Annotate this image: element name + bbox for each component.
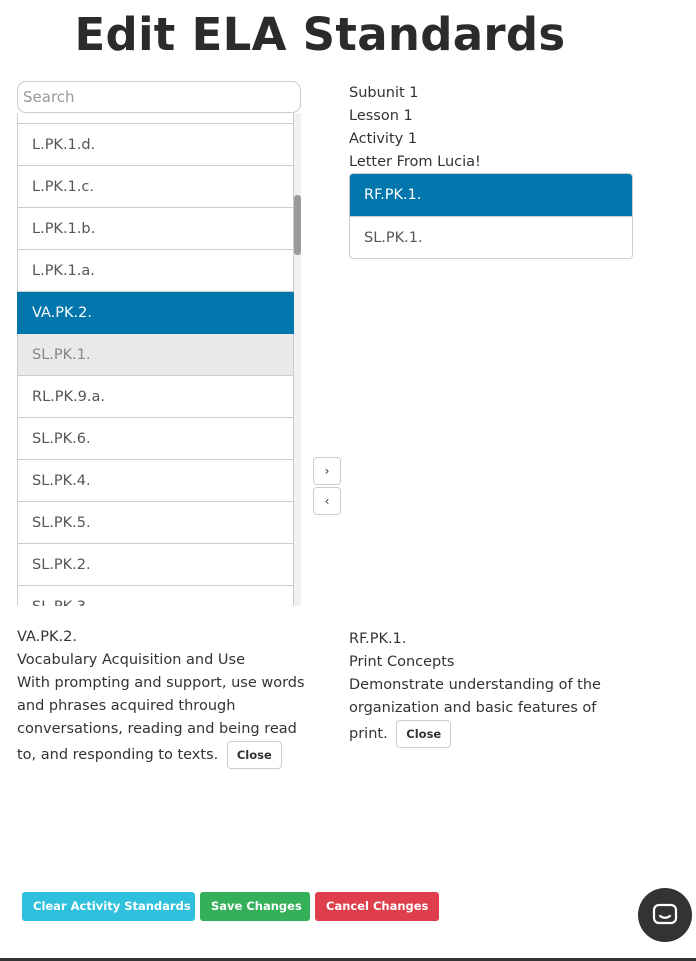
page-title: Edit ELA Standards	[74, 8, 566, 61]
available-standard-item[interactable]: RL.PK.9.a.	[17, 376, 294, 418]
add-standard-button[interactable]: ›	[313, 457, 341, 485]
lesson-label: Lesson 1	[349, 108, 413, 124]
remove-standard-button[interactable]: ‹	[313, 487, 341, 515]
available-standards-list[interactable]: L.PK.1.e.L.PK.1.d.L.PK.1.c.L.PK.1.b.L.PK…	[17, 113, 301, 606]
available-standard-item[interactable]: VA.PK.2.	[17, 292, 294, 334]
left-detail-title: Vocabulary Acquisition and Use	[17, 652, 245, 668]
available-standard-item[interactable]: SL.PK.3.	[17, 586, 294, 606]
selected-standard-item[interactable]: RF.PK.1.	[350, 174, 632, 216]
available-standard-item[interactable]: L.PK.1.c.	[17, 166, 294, 208]
left-standard-detail: VA.PK.2. Vocabulary Acquisition and Use …	[17, 626, 307, 769]
chat-bubble-icon	[652, 903, 678, 925]
available-standard-item[interactable]: SL.PK.1.	[17, 334, 294, 376]
available-standard-item[interactable]: L.PK.1.a.	[17, 250, 294, 292]
selected-standards-list[interactable]: RF.PK.1. SL.PK.1.	[349, 173, 633, 259]
right-detail-description: Demonstrate understanding of the organiz…	[349, 677, 601, 742]
save-changes-button[interactable]: Save Changes	[200, 892, 310, 921]
available-standard-item[interactable]: SL.PK.2.	[17, 544, 294, 586]
available-standard-item[interactable]: SL.PK.6.	[17, 418, 294, 460]
selected-standard-item[interactable]: SL.PK.1.	[350, 216, 632, 258]
available-standard-item[interactable]: SL.PK.5.	[17, 502, 294, 544]
available-standard-item[interactable]: L.PK.1.b.	[17, 208, 294, 250]
chat-launcher-button[interactable]	[638, 888, 692, 942]
available-list-scrollbar[interactable]	[294, 113, 301, 606]
left-detail-close-button[interactable]: Close	[226, 741, 282, 769]
scrollbar-thumb[interactable]	[294, 195, 301, 255]
activity-name: Letter From Lucia!	[349, 154, 481, 170]
right-detail-code: RF.PK.1.	[349, 631, 407, 647]
cancel-changes-button[interactable]: Cancel Changes	[315, 892, 439, 921]
available-standards-items: L.PK.1.e.L.PK.1.d.L.PK.1.c.L.PK.1.b.L.PK…	[17, 113, 294, 606]
right-detail-title: Print Concepts	[349, 654, 455, 670]
clear-activity-standards-button[interactable]: Clear Activity Standards	[22, 892, 195, 921]
left-detail-code: VA.PK.2.	[17, 629, 77, 645]
available-standard-item[interactable]: L.PK.1.d.	[17, 124, 294, 166]
right-detail-close-button[interactable]: Close	[396, 720, 452, 748]
subunit-label: Subunit 1	[349, 85, 419, 101]
right-standard-detail: RF.PK.1. Print Concepts Demonstrate unde…	[349, 628, 629, 748]
search-input[interactable]	[17, 81, 301, 113]
available-standard-item[interactable]: L.PK.1.e.	[17, 113, 294, 124]
activity-label: Activity 1	[349, 131, 418, 147]
available-standard-item[interactable]: SL.PK.4.	[17, 460, 294, 502]
activity-info: Subunit 1 Lesson 1 Activity 1 Letter Fro…	[349, 82, 481, 174]
